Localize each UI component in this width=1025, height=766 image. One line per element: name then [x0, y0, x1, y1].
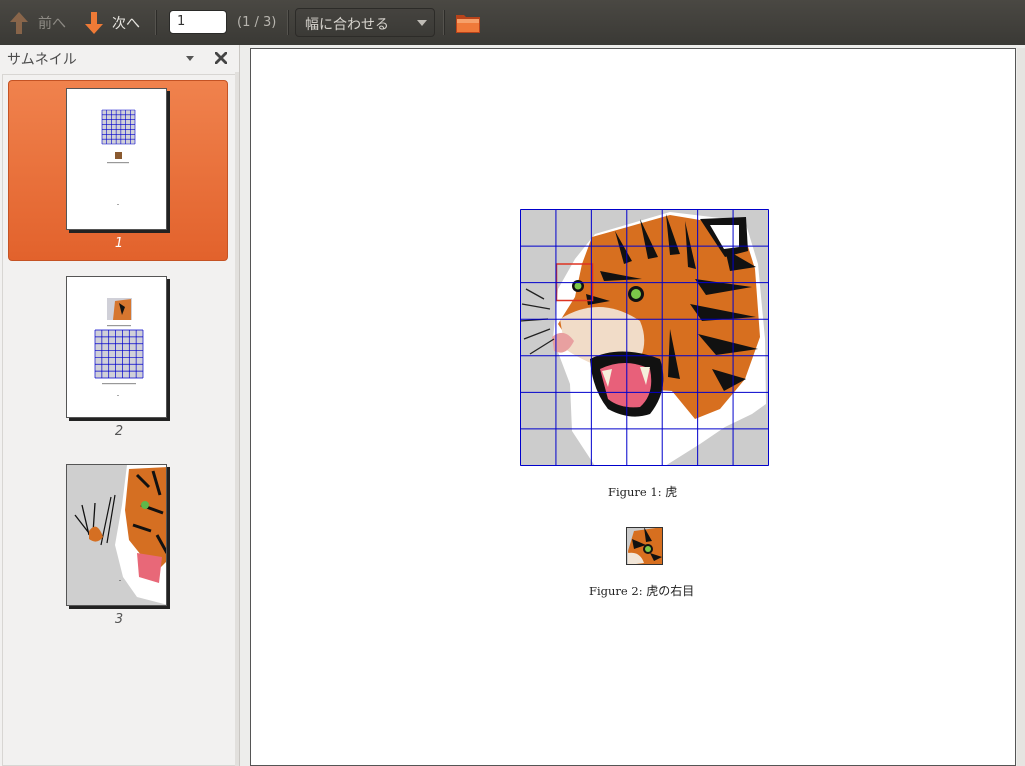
figure-1-label: Figure 1: — [608, 485, 662, 499]
sidebar-scrollbar[interactable] — [235, 72, 239, 766]
figure-1-caption: Figure 1: 虎 — [608, 483, 677, 500]
zoom-select[interactable]: 幅に合わせる — [295, 8, 435, 37]
zoom-label: 幅に合わせる — [305, 17, 389, 33]
close-icon[interactable] — [215, 52, 227, 64]
prev-page-button[interactable]: 前へ — [8, 0, 66, 45]
toolbar-separator — [155, 10, 157, 35]
figure-2-text: 虎の右目 — [646, 584, 695, 598]
toolbar-separator — [443, 10, 445, 35]
page-number-input[interactable]: 1 — [169, 10, 227, 34]
sidebar-header: サムネイル — [0, 45, 240, 72]
folder-icon — [456, 14, 480, 33]
figure-1-tiger-image — [520, 209, 769, 466]
next-page-button[interactable]: 次へ — [83, 0, 140, 45]
thumbnail-page-2[interactable] — [66, 276, 167, 418]
arrow-up-icon — [10, 11, 28, 34]
figure-1-text: 虎 — [665, 485, 678, 499]
figure-2-label: Figure 2: — [589, 584, 643, 598]
arrow-down-icon — [85, 11, 103, 34]
thumbnail-page-1-image — [101, 109, 136, 205]
page-count: (1 / 3) — [237, 15, 277, 30]
thumbnail-page-3[interactable] — [66, 464, 167, 606]
toolbar: 前へ 次へ 1 (1 / 3) 幅に合わせる — [0, 0, 1025, 45]
prev-page-label: 前へ — [38, 15, 66, 32]
sidebar-title[interactable]: サムネイル — [7, 49, 77, 69]
figure-2-tiger-eye-image — [626, 527, 663, 565]
figure-2-caption: Figure 2: 虎の右目 — [589, 582, 694, 599]
open-file-button[interactable] — [455, 0, 481, 45]
thumbnail-page-1[interactable] — [66, 88, 167, 230]
thumbnail-page-2-image — [94, 298, 144, 396]
document-scrollbar[interactable] — [1017, 48, 1025, 766]
thumbnail-number: 3 — [114, 612, 124, 627]
thumbnail-number: 1 — [114, 236, 124, 251]
toolbar-separator — [287, 10, 289, 35]
thumbnail-number: 2 — [114, 424, 124, 439]
dropdown-arrow-icon — [417, 20, 427, 26]
thumbnail-page-3-image — [67, 465, 166, 605]
dropdown-arrow-icon[interactable] — [186, 56, 194, 62]
next-page-label: 次へ — [112, 15, 140, 32]
